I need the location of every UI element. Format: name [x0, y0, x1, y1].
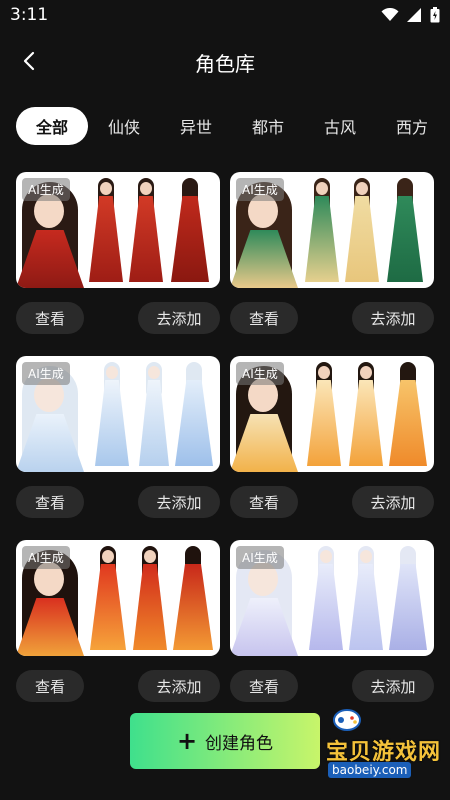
status-icons — [381, 7, 440, 23]
create-character-label: 创建角色 — [205, 733, 274, 754]
view-button[interactable]: 查看 — [230, 486, 298, 518]
ai-generated-badge: AI生成 — [22, 178, 70, 201]
tab-western[interactable]: 西方 — [376, 107, 448, 145]
view-button[interactable]: 查看 — [230, 302, 298, 334]
tab-urban[interactable]: 都市 — [232, 107, 304, 145]
ai-generated-badge: AI生成 — [22, 546, 70, 569]
page-title: 角色库 — [195, 52, 255, 76]
status-time: 3:11 — [10, 5, 49, 25]
status-bar: 3:11 — [0, 0, 450, 32]
ai-generated-badge: AI生成 — [236, 362, 284, 385]
character-card: AI生成 查看 去添加 — [230, 540, 434, 702]
tab-xianxia[interactable]: 仙侠 — [88, 107, 160, 145]
game-controller-icon — [333, 709, 361, 731]
tab-yishi[interactable]: 异世 — [160, 107, 232, 145]
character-image[interactable]: AI生成 — [230, 172, 434, 288]
view-button[interactable]: 查看 — [16, 670, 84, 702]
ai-generated-badge: AI生成 — [236, 178, 284, 201]
add-button[interactable]: 去添加 — [138, 302, 220, 334]
view-button[interactable]: 查看 — [16, 486, 84, 518]
ai-generated-badge: AI生成 — [236, 546, 284, 569]
character-image[interactable]: AI生成 — [16, 356, 220, 472]
add-button[interactable]: 去添加 — [138, 486, 220, 518]
character-card: AI生成 查看 去添加 — [16, 540, 220, 702]
tab-ancient[interactable]: 古风 — [304, 107, 376, 145]
add-button[interactable]: 去添加 — [138, 670, 220, 702]
character-image[interactable]: AI生成 — [230, 540, 434, 656]
character-card: AI生成 查看 去添加 — [16, 356, 220, 518]
character-card: AI生成 查看 去添加 — [230, 172, 434, 334]
view-button[interactable]: 查看 — [16, 302, 84, 334]
wifi-icon — [381, 8, 399, 22]
view-button[interactable]: 查看 — [230, 670, 298, 702]
add-button[interactable]: 去添加 — [352, 670, 434, 702]
category-tabs: 全部 仙侠 异世 都市 古风 西方 — [16, 106, 448, 146]
add-button[interactable]: 去添加 — [352, 302, 434, 334]
header: 角色库 — [0, 38, 450, 82]
ai-generated-badge: AI生成 — [22, 362, 70, 385]
character-image[interactable]: AI生成 — [16, 540, 220, 656]
battery-icon — [430, 7, 440, 23]
character-image[interactable]: AI生成 — [16, 172, 220, 288]
signal-icon — [407, 8, 422, 22]
character-image[interactable]: AI生成 — [230, 356, 434, 472]
watermark: 宝贝游戏网 baobeiy.com — [290, 700, 450, 800]
character-card: AI生成 查看 去添加 — [16, 172, 220, 334]
watermark-url: baobeiy.com — [328, 762, 412, 778]
plus-icon: + — [176, 727, 198, 755]
add-button[interactable]: 去添加 — [352, 486, 434, 518]
tab-all[interactable]: 全部 — [16, 107, 88, 145]
character-card: AI生成 查看 去添加 — [230, 356, 434, 518]
